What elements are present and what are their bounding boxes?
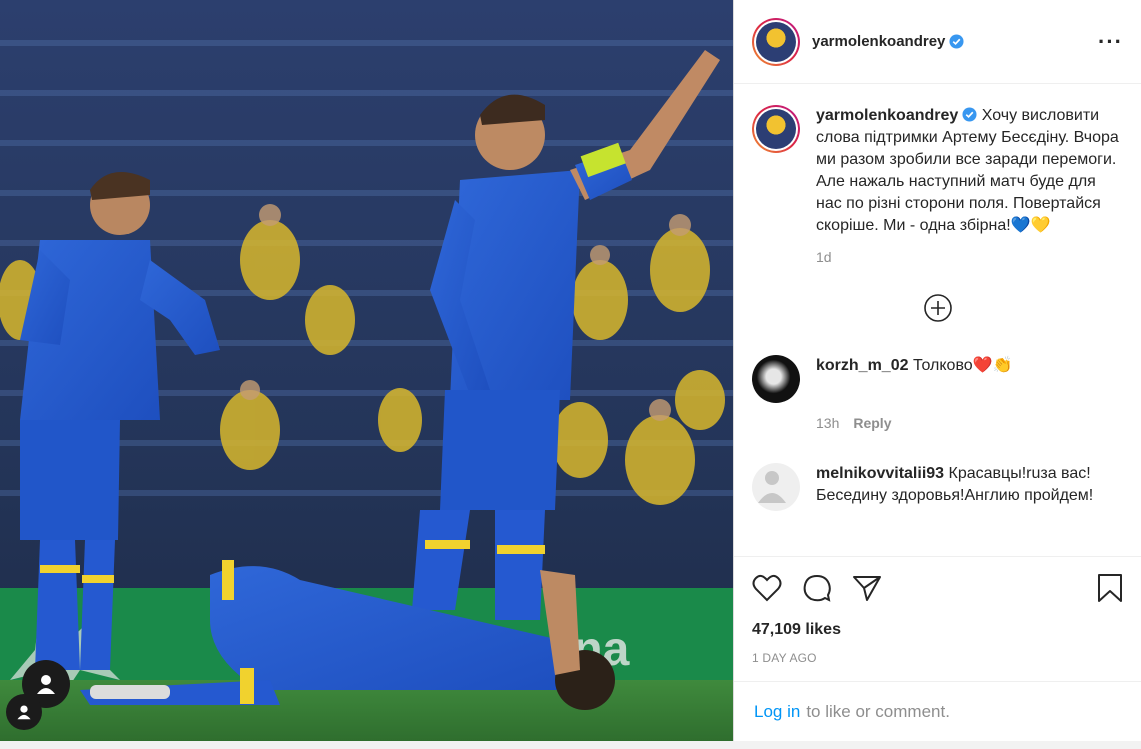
default-avatar-icon [758, 471, 786, 503]
comment-body: korzh_m_02 Толково❤️👏 [816, 355, 1013, 377]
comment-body: melnikovvitalii93 Красавцы!ruза вас! Бес… [816, 463, 1123, 507]
verified-badge-icon [962, 107, 977, 122]
comments-list: yarmolenkoandrey Хочу висловити слова пі… [734, 85, 1141, 555]
person-icon [37, 675, 55, 694]
more-options-icon[interactable]: ··· [1098, 29, 1123, 55]
post-sidebar: yarmolenkoandrey ··· yarmolenkoandrey Хо… [733, 0, 1141, 741]
login-bar: Log in to like or comment. [734, 681, 1141, 741]
post-actions: 47,109 likes 1 DAY AGO [734, 556, 1141, 665]
author-username[interactable]: yarmolenkoandrey [812, 33, 945, 50]
comment-text: Толково❤️👏 [912, 357, 1013, 374]
comment-item: korzh_m_02 Толково❤️👏 13h Reply [752, 355, 1123, 431]
caption-avatar[interactable] [752, 105, 800, 153]
comment-username[interactable]: melnikovvitalii93 [816, 465, 944, 482]
author-avatar[interactable] [752, 17, 800, 66]
post-photo[interactable]: ina [0, 0, 733, 741]
comment-icon[interactable] [802, 573, 832, 603]
bookmark-icon[interactable] [1097, 573, 1123, 603]
comment-age: 13h [816, 415, 840, 431]
caption-username[interactable]: yarmolenkoandrey [816, 107, 958, 124]
photo-football-players: ina [0, 0, 733, 741]
plus-circle-icon[interactable] [923, 293, 953, 323]
commenter-avatar[interactable] [752, 355, 800, 403]
login-link[interactable]: Log in [754, 702, 800, 722]
verified-badge-icon [949, 34, 964, 49]
paper-plane-icon[interactable] [852, 574, 882, 602]
login-prompt-text: to like or comment. [806, 701, 950, 721]
post-timestamp: 1 DAY AGO [752, 651, 817, 665]
page-bottom-strip [0, 741, 1141, 749]
caption-text: Хочу висловити слова підтримки Артему Бе… [816, 107, 1119, 234]
caption: yarmolenkoandrey Хочу висловити слова пі… [752, 105, 1123, 237]
comment-meta: 13h Reply [816, 415, 1123, 431]
instagram-post: ina yarmolenkoandrey ··· yarmolenkoandre… [0, 0, 1141, 741]
person-icon [17, 705, 31, 720]
post-header: yarmolenkoandrey ··· [734, 0, 1141, 84]
account-bubble-small[interactable] [6, 694, 42, 730]
heart-icon[interactable] [752, 574, 782, 602]
load-more-comments[interactable] [752, 293, 1123, 323]
caption-body: yarmolenkoandrey Хочу висловити слова пі… [816, 105, 1123, 237]
caption-age: 1d [816, 249, 832, 265]
comment-username[interactable]: korzh_m_02 [816, 357, 909, 374]
likes-count[interactable]: 47,109 likes [752, 621, 1123, 639]
reply-button[interactable]: Reply [853, 415, 891, 431]
commenter-avatar[interactable] [752, 463, 800, 511]
comment-item: melnikovvitalii93 Красавцы!ruза вас! Бес… [752, 463, 1123, 511]
action-icons [752, 571, 1123, 605]
